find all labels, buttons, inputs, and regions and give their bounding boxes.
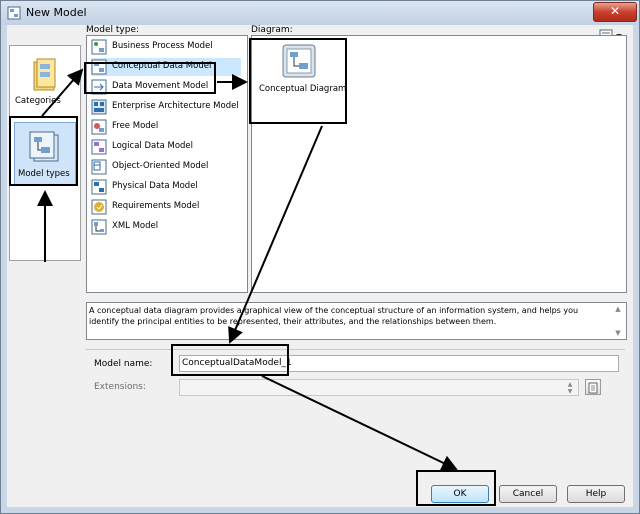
close-button[interactable]: ✕ [593, 2, 637, 22]
highlight-conceptual-diagram [249, 38, 347, 124]
scroll-up-icon[interactable]: ▲ [613, 305, 623, 313]
extensions-stepper[interactable]: ▲ ▼ [565, 381, 575, 395]
list-item[interactable]: Business Process Model [91, 38, 241, 56]
description-box: A conceptual data diagram provides a gra… [86, 302, 627, 340]
physical-data-icon [91, 179, 107, 195]
highlight-model-types [9, 116, 78, 186]
extensions-browse-button[interactable] [585, 379, 601, 395]
requirements-icon [91, 199, 107, 215]
highlight-ok-button [416, 470, 496, 506]
free-model-icon [91, 119, 107, 135]
list-item[interactable]: Logical Data Model [91, 138, 241, 156]
object-oriented-icon [91, 159, 107, 175]
logical-data-icon [91, 139, 107, 155]
extensions-label: Extensions: [94, 382, 146, 392]
highlight-conceptual-data-model [84, 62, 216, 94]
model-type-label: Model type: [86, 25, 140, 35]
extensions-field[interactable] [179, 379, 579, 396]
list-item[interactable]: XML Model [91, 218, 241, 236]
diagram-label: Diagram: [251, 25, 293, 35]
list-item[interactable]: Requirements Model [91, 198, 241, 216]
title-bar: New Model ✕ [1, 1, 639, 25]
business-process-icon [91, 39, 107, 55]
folder-icon [33, 58, 56, 91]
list-item[interactable]: Object-Oriented Model [91, 158, 241, 176]
highlight-model-name [171, 344, 289, 376]
app-icon [7, 6, 21, 20]
list-item[interactable]: Free Model [91, 118, 241, 136]
description-text: A conceptual data diagram provides a gra… [89, 306, 579, 326]
list-item[interactable]: Enterprise Architecture Model [91, 98, 241, 116]
cancel-button[interactable]: Cancel [499, 485, 557, 503]
browse-icon [588, 382, 598, 394]
sidebar-item-categories[interactable]: Categories [14, 58, 76, 110]
separator [86, 349, 625, 350]
window-title: New Model [26, 6, 87, 19]
close-icon: ✕ [609, 4, 621, 18]
list-item[interactable]: Physical Data Model [91, 178, 241, 196]
model-name-label: Model name: [94, 359, 153, 369]
help-button[interactable]: Help [567, 485, 625, 503]
enterprise-architecture-icon [91, 99, 107, 115]
xml-icon [91, 219, 107, 235]
sidebar-item-label: Categories [15, 96, 61, 106]
scroll-down-icon[interactable]: ▼ [613, 329, 623, 337]
